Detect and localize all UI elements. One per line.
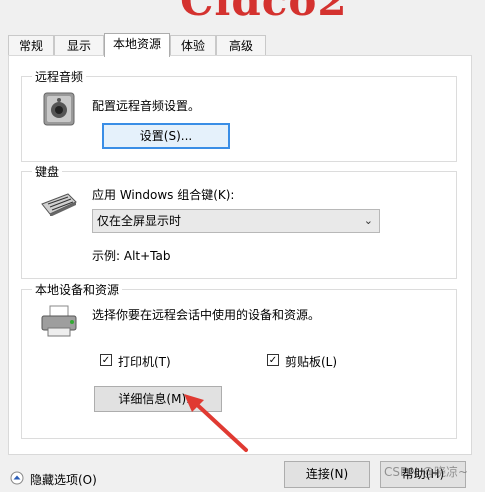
collapse-icon[interactable] [10,471,24,485]
key-combo-example: 示例: Alt+Tab [92,249,171,263]
hide-options-link[interactable]: 隐藏选项(O) [30,471,97,488]
clipboard-label[interactable]: 剪贴板(L) [285,353,337,370]
local-resources-panel: 远程音频 配置远程音频设置。 设置(S)... 键盘 应用 Windows 组合… [8,55,472,455]
top-watermark-text: Cldco2 [180,0,348,25]
speaker-icon [43,92,75,126]
windows-key-combo-label: 应用 Windows 组合键(K): [92,188,235,202]
connect-button[interactable]: 连接(N) [284,461,370,488]
tab-display[interactable]: 显示 [54,35,104,56]
chevron-down-icon: ⌄ [363,214,373,227]
keyboard-icon [41,193,77,216]
clipboard-checkbox[interactable]: ✓ [267,354,279,366]
red-arrow-annotation [184,394,248,452]
tab-general[interactable]: 常规 [8,35,54,56]
tab-local-resources[interactable]: 本地资源 [104,33,170,57]
keyboard-title: 键盘 [32,163,63,180]
local-devices-description: 选择你要在远程会话中使用的设备和资源。 [92,308,321,322]
select-value: 仅在全屏显示时 [97,214,182,228]
printer-label[interactable]: 打印机(T) [118,353,171,370]
local-devices-title: 本地设备和资源 [32,281,123,298]
tab-experience[interactable]: 体验 [170,35,216,56]
windows-key-combo-select[interactable]: 仅在全屏显示时 ⌄ [92,209,380,233]
keyboard-group: 键盘 应用 Windows 组合键(K): 仅在全屏显示时 ⌄ 示例: Alt+… [21,163,457,279]
local-devices-group: 本地设备和资源 选择你要在远程会话中使用的设备和资源。 ✓ 打印机(T) ✓ 剪… [21,281,457,452]
printer-devices-icon [41,305,77,337]
csdn-watermark: CSDN @晓凉~ [384,465,469,479]
remote-audio-description: 配置远程音频设置。 [92,99,201,113]
audio-settings-button[interactable]: 设置(S)... [102,123,230,149]
printer-checkbox[interactable]: ✓ [100,354,112,366]
tab-advanced[interactable]: 高级 [216,35,266,56]
remote-audio-title: 远程音频 [32,68,87,85]
remote-audio-group: 远程音频 配置远程音频设置。 设置(S)... [21,68,457,162]
